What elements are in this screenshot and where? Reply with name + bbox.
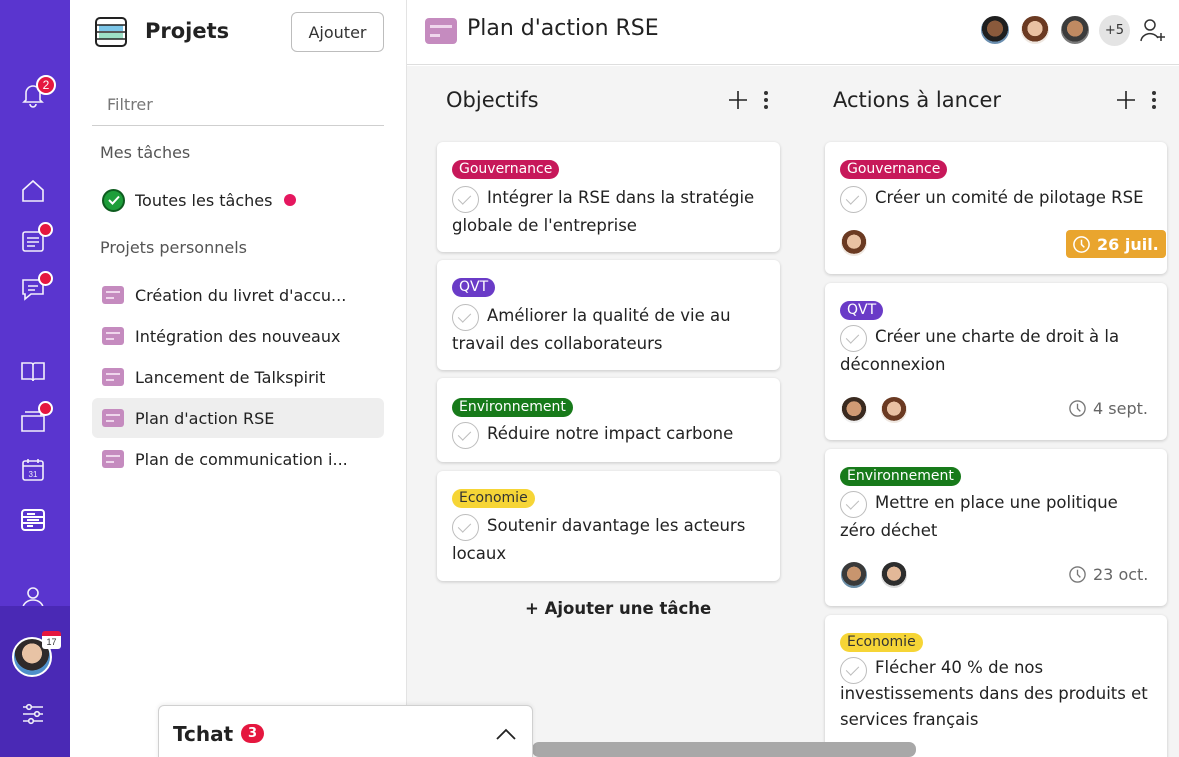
member-avatar[interactable]	[1059, 14, 1091, 46]
task-card[interactable]: Economie Soutenir davantage les acteurs …	[437, 471, 780, 581]
project-icon	[102, 327, 124, 345]
unread-dot	[284, 194, 297, 206]
tag-badge: Economie	[452, 489, 535, 508]
more-members-button[interactable]: +5	[1099, 15, 1130, 46]
sidebar-item-label: Intégration des nouveaux	[135, 326, 341, 346]
sidebar-item-label: Création du livret d'accu...	[135, 285, 347, 305]
book-icon[interactable]	[19, 357, 47, 385]
project-icon	[102, 368, 124, 386]
chat-unread-dot	[38, 271, 53, 286]
member-avatar[interactable]	[979, 14, 1011, 46]
assignee-avatar[interactable]	[839, 395, 869, 425]
add-task-plus-icon[interactable]	[1116, 90, 1136, 110]
tag-badge: QVT	[840, 301, 884, 320]
project-icon	[102, 286, 124, 304]
add-project-button[interactable]: Ajouter	[291, 12, 384, 52]
assignee-avatar[interactable]	[879, 395, 909, 425]
notifications-count-badge: 2	[36, 75, 56, 95]
clock-icon	[1073, 235, 1090, 253]
settings-icon[interactable]	[19, 700, 47, 728]
sidebar-item-project[interactable]: Création du livret d'accu...	[92, 275, 384, 315]
due-date-text: 26 juil.	[1097, 234, 1159, 254]
assignee-avatar[interactable]	[839, 560, 869, 590]
chat-dock[interactable]: Tchat 3	[158, 705, 533, 757]
task-title: Mettre en place une politique zéro déche…	[840, 493, 1118, 540]
clock-icon	[1069, 566, 1086, 583]
sidebar-item-project[interactable]: Intégration des nouveaux	[92, 316, 384, 356]
chat-title: Tchat	[173, 722, 234, 746]
add-task-plus-icon[interactable]	[728, 90, 748, 110]
sidebar-item-all-tasks[interactable]: Toutes les tâches	[92, 180, 384, 220]
check-circle-icon	[102, 188, 125, 212]
due-date: 4 sept.	[1068, 399, 1148, 418]
task-card[interactable]: Environnement Mettre en place une politi…	[825, 449, 1167, 606]
clock-icon	[1069, 400, 1086, 417]
chevron-up-icon[interactable]	[495, 726, 517, 742]
due-date-badge: 26 juil.	[1066, 230, 1166, 258]
column-title: Actions à lancer	[833, 88, 1002, 112]
assignee-avatar[interactable]	[879, 560, 909, 590]
sidebar-title: Projets	[145, 19, 230, 43]
column-menu-icon[interactable]	[1151, 90, 1157, 110]
task-card[interactable]: QVT Créer une charte de droit à la décon…	[825, 283, 1167, 440]
home-icon[interactable]	[19, 177, 47, 205]
task-title: Flécher 40 % de nos investissements dans…	[840, 658, 1148, 729]
assignee-avatar[interactable]	[839, 228, 869, 258]
chat-unread-badge: 3	[241, 724, 264, 743]
sidebar-item-project-active[interactable]: Plan d'action RSE	[92, 398, 384, 438]
section-personal-projects: Projets personnels	[100, 238, 247, 257]
projects-logo-icon	[95, 17, 127, 47]
task-title: Réduire notre impact carbone	[487, 424, 734, 443]
project-icon	[425, 18, 457, 44]
column-menu-icon[interactable]	[763, 90, 769, 110]
column-title: Objectifs	[446, 88, 539, 112]
app-rail: 2 31 17	[0, 0, 70, 757]
add-task-link[interactable]: + Ajouter une tâche	[525, 599, 711, 618]
sidebar-item-label: Plan d'action RSE	[135, 408, 275, 428]
task-title: Améliorer la qualité de vie au travail d…	[452, 306, 731, 353]
task-card[interactable]: Environnement Réduire notre impact carbo…	[437, 378, 780, 462]
member-avatar[interactable]	[1019, 14, 1051, 46]
section-my-tasks: Mes tâches	[100, 143, 191, 162]
rail-user-area	[0, 606, 70, 757]
project-header: Plan d'action RSE +5	[407, 0, 1179, 65]
task-card[interactable]: Economie Flécher 40 % de nos investissem…	[825, 615, 1167, 757]
sidebar-item-label: Plan de communication i...	[135, 449, 348, 469]
filter-input[interactable]	[92, 84, 384, 126]
horizontal-scrollbar[interactable]	[532, 742, 916, 757]
task-card[interactable]: Gouvernance Créer un comité de pilotage …	[825, 142, 1167, 274]
feed-unread-dot	[38, 222, 53, 237]
projects-sidebar: Projets Ajouter Mes tâches Toutes les tâ…	[70, 0, 407, 757]
due-date-text: 23 oct.	[1093, 565, 1149, 584]
tag-badge: Environnement	[840, 467, 961, 486]
svg-text:31: 31	[29, 470, 38, 479]
project-icon	[102, 409, 124, 427]
tag-badge: Environnement	[452, 398, 573, 417]
due-date: 23 oct.	[1068, 565, 1148, 584]
tag-badge: QVT	[452, 278, 496, 297]
task-title: Créer une charte de droit à la déconnexi…	[840, 327, 1120, 374]
task-card[interactable]: QVT Améliorer la qualité de vie au trava…	[437, 260, 780, 370]
due-date-text: 4 sept.	[1093, 399, 1148, 418]
sidebar-item-project[interactable]: Plan de communication i...	[92, 439, 384, 479]
calendar-badge-icon: 17	[42, 631, 61, 649]
sidebar-item-label: Lancement de Talkspirit	[135, 367, 326, 387]
add-user-icon[interactable]	[1139, 16, 1167, 44]
projects-icon[interactable]	[19, 506, 47, 534]
kanban-board: Objectifs Gouvernance Intégrer la RSE da…	[407, 66, 1179, 757]
tag-badge: Economie	[840, 633, 923, 652]
tag-badge: Gouvernance	[452, 160, 560, 179]
task-title: Soutenir davantage les acteurs locaux	[452, 516, 746, 563]
calendar-icon[interactable]: 31	[19, 456, 47, 484]
project-icon	[102, 450, 124, 468]
sidebar-item-label: Toutes les tâches	[135, 190, 273, 210]
folder-unread-dot	[38, 401, 53, 416]
tag-badge: Gouvernance	[840, 160, 948, 179]
task-card[interactable]: Gouvernance Intégrer la RSE dans la stra…	[437, 142, 780, 252]
task-title: Intégrer la RSE dans la stratégie global…	[452, 188, 755, 235]
sidebar-item-project[interactable]: Lancement de Talkspirit	[92, 357, 384, 397]
page-title: Plan d'action RSE	[467, 16, 659, 41]
task-title: Créer un comité de pilotage RSE	[875, 188, 1144, 207]
